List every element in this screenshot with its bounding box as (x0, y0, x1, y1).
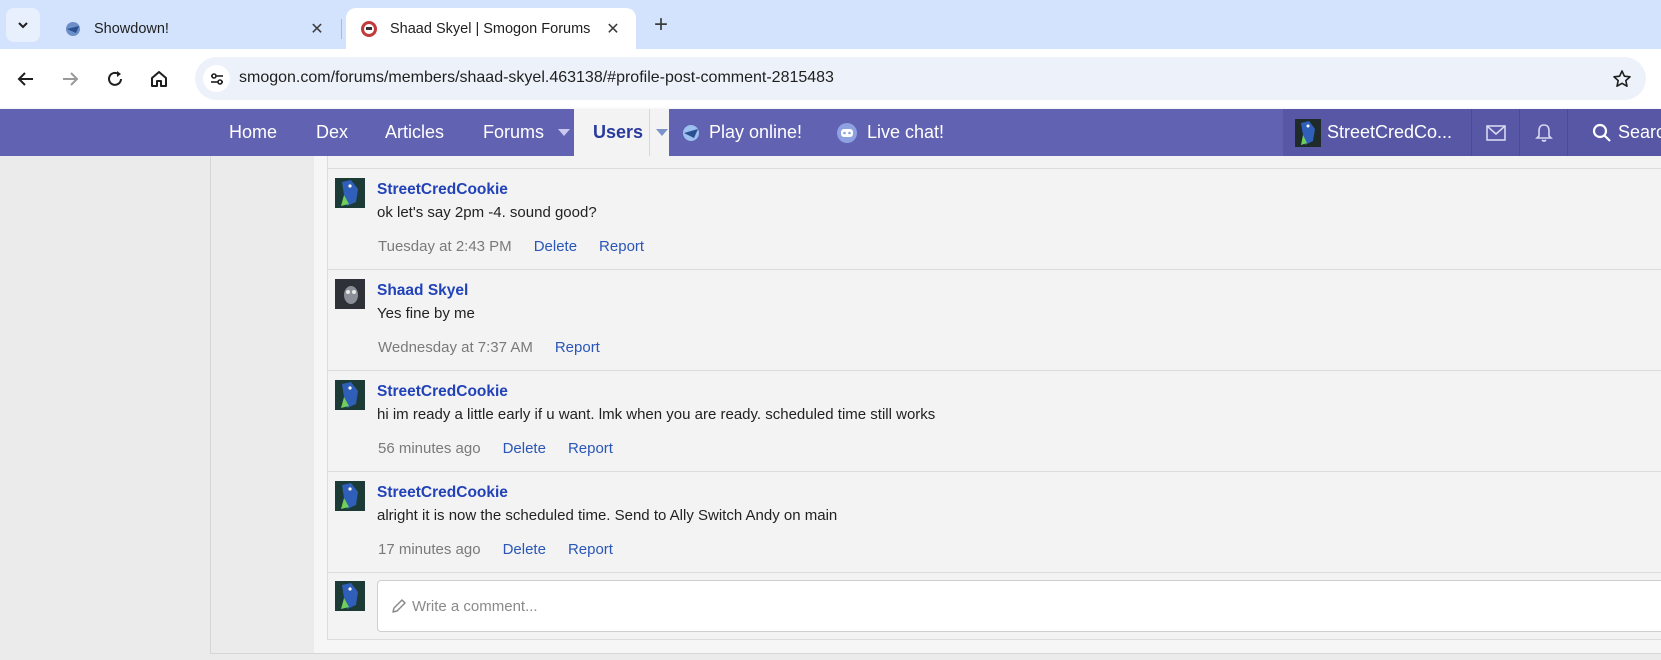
showdown-icon (683, 124, 699, 141)
bell-icon[interactable] (1531, 120, 1557, 146)
avatar[interactable] (335, 380, 365, 410)
nav-live-chat-label: Live chat! (867, 122, 945, 142)
avatar (1295, 118, 1321, 147)
forward-button[interactable] (54, 63, 86, 95)
comment-timestamp[interactable]: 17 minutes ago (378, 541, 481, 558)
home-button[interactable] (143, 63, 175, 95)
comment-author[interactable]: StreetCredCookie (377, 181, 508, 199)
site-settings-icon[interactable] (203, 65, 230, 92)
divider (1471, 109, 1472, 156)
avatar[interactable] (335, 481, 365, 511)
divider (1519, 109, 1520, 156)
avatar[interactable] (335, 279, 365, 309)
comment-text: ok let's say 2pm -4. sound good? (377, 204, 597, 221)
mail-icon[interactable] (1483, 120, 1509, 146)
nav-articles[interactable]: Articles (385, 109, 444, 156)
pencil-icon (392, 599, 406, 613)
url-text[interactable]: smogon.com/forums/members/shaad-skyel.46… (239, 69, 834, 87)
delete-link[interactable]: Delete (503, 440, 546, 457)
comment-author[interactable]: StreetCredCookie (377, 484, 508, 502)
chevron-down-icon (18, 22, 28, 29)
comment-author[interactable]: StreetCredCookie (377, 383, 508, 401)
comment-text: hi im ready a little early if u want. lm… (377, 406, 936, 423)
report-link[interactable]: Report (568, 440, 613, 457)
comment-timestamp[interactable]: Tuesday at 2:43 PM (378, 238, 512, 255)
report-link[interactable]: Report (568, 541, 613, 558)
browser-tabstrip: Showdown! ✕ Shaad Skyel | Smogon Forums … (0, 0, 1661, 49)
comment-meta: 56 minutes ago Delete Report (378, 440, 613, 457)
showdown-favicon-icon (64, 20, 82, 38)
comment-placeholder: Write a comment... (412, 598, 538, 615)
nav-play-online-label: Play online! (709, 122, 803, 142)
chevron-down-icon[interactable] (558, 129, 571, 136)
close-tab-icon[interactable]: ✕ (604, 20, 622, 38)
reload-button[interactable] (99, 63, 131, 95)
discord-icon (837, 122, 857, 143)
comment-meta: 17 minutes ago Delete Report (378, 541, 613, 558)
tab-title: Shaad Skyel | Smogon Forums (390, 20, 591, 37)
nav-home[interactable]: Home (229, 109, 277, 156)
nav-users-divider (649, 109, 650, 156)
reload-icon (108, 71, 122, 86)
home-icon (151, 71, 167, 87)
search-button[interactable]: Search (1590, 109, 1661, 156)
profile-sidebar (210, 156, 314, 653)
comment-author[interactable]: Shaad Skyel (377, 282, 468, 300)
comment-item: Shaad Skyel Yes fine by me Wednesday at … (327, 270, 1661, 371)
divider (1567, 109, 1568, 156)
smogon-favicon-icon (360, 20, 378, 38)
avatar[interactable] (335, 178, 365, 208)
tab-divider (341, 19, 342, 39)
report-link[interactable]: Report (555, 339, 600, 356)
delete-link[interactable]: Delete (503, 541, 546, 558)
address-bar[interactable]: smogon.com/forums/members/shaad-skyel.46… (195, 57, 1646, 100)
chevron-down-icon[interactable] (656, 129, 668, 136)
tab-search-button[interactable] (6, 8, 40, 42)
comment-item: StreetCredCookie hi im ready a little ea… (327, 371, 1661, 472)
nav-forums-label: Forums (483, 122, 545, 142)
browser-toolbar: smogon.com/forums/members/shaad-skyel.46… (0, 49, 1661, 109)
comment-text: alright it is now the scheduled time. Se… (377, 507, 838, 524)
comment-item: StreetCredCookie ok let's say 2pm -4. so… (327, 169, 1661, 270)
tab-title: Showdown! (94, 20, 169, 37)
back-button[interactable] (10, 63, 42, 95)
tab-showdown[interactable]: Showdown! ✕ (50, 8, 340, 49)
new-tab-button[interactable]: + (648, 11, 674, 38)
avatar (335, 581, 365, 611)
page-gutter (0, 156, 210, 660)
search-label: Search (1618, 122, 1661, 142)
arrow-left-icon (17, 72, 33, 86)
nav-users-label: Users (593, 122, 644, 142)
page-footer-edge (210, 653, 1661, 660)
tab-smogon-forums[interactable]: Shaad Skyel | Smogon Forums ✕ (346, 8, 636, 49)
comment-input[interactable]: Write a comment... (377, 580, 1661, 632)
arrow-right-icon (63, 72, 79, 86)
comment-composer: Write a comment... (327, 574, 1661, 640)
comment-meta: Wednesday at 7:37 AM Report (378, 339, 600, 356)
nav-play-online[interactable]: Play online! (681, 109, 802, 156)
bookmark-star-icon[interactable] (1610, 67, 1634, 91)
nav-live-chat[interactable]: Live chat! (836, 109, 944, 156)
comment-timestamp[interactable]: 56 minutes ago (378, 440, 481, 457)
nav-users[interactable]: Users (574, 109, 669, 156)
nav-forums[interactable]: Forums (483, 109, 571, 156)
account-name: StreetCredCo... (1327, 122, 1453, 142)
search-icon (1592, 123, 1611, 142)
account-menu[interactable]: StreetCredCo... (1283, 109, 1452, 156)
comment-text: Yes fine by me (377, 305, 475, 322)
close-tab-icon[interactable]: ✕ (308, 20, 326, 38)
delete-link[interactable]: Delete (534, 238, 577, 255)
site-nav-bar: Home Dex Articles Forums Users Play onli… (0, 109, 1661, 156)
nav-dex[interactable]: Dex (316, 109, 348, 156)
comment-timestamp[interactable]: Wednesday at 7:37 AM (378, 339, 533, 356)
comment-meta: Tuesday at 2:43 PM Delete Report (378, 238, 644, 255)
comment-item: StreetCredCookie alright it is now the s… (327, 472, 1661, 573)
report-link[interactable]: Report (599, 238, 644, 255)
